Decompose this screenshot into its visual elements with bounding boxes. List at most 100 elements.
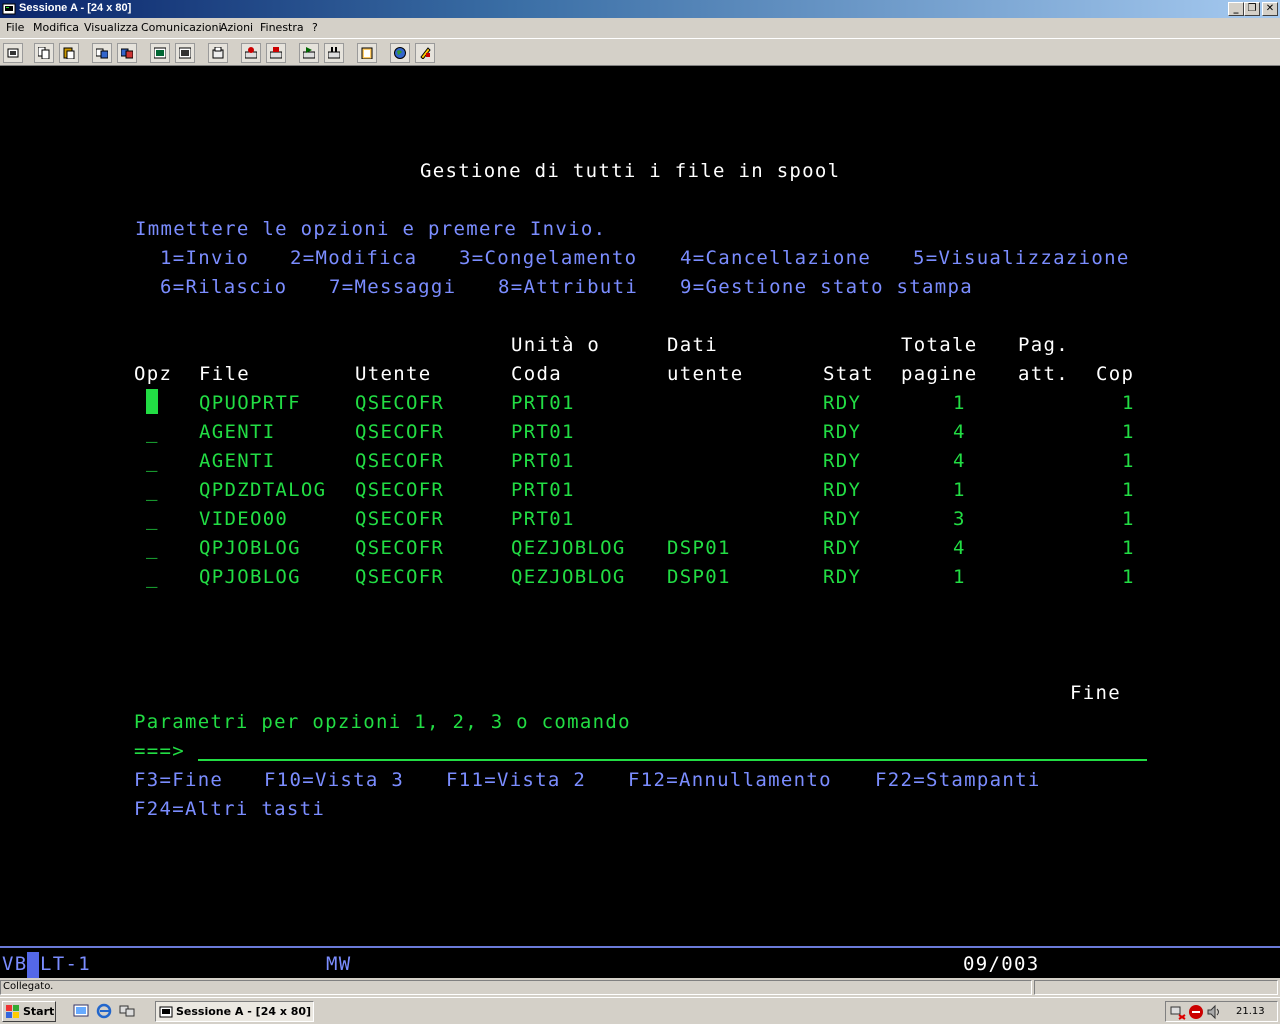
fkey-f3[interactable]: F3=Fine (134, 769, 223, 791)
windows-logo-icon (6, 1005, 19, 1018)
cell-status: RDY (823, 508, 862, 530)
operator-info-area: VB LT-1 MW 09/003 (0, 946, 1280, 978)
clock: 21.13 (1236, 1006, 1265, 1017)
header-unit-top: Unità o (511, 334, 601, 356)
clipboard-button[interactable] (357, 43, 377, 63)
status-main-cell: Collegato. (0, 980, 1032, 995)
clipboard-icon (361, 47, 373, 59)
cell-status: RDY (823, 450, 862, 472)
cell-pages: 1 (953, 479, 966, 501)
cell-queue: PRT01 (511, 450, 575, 472)
pause-button[interactable] (324, 43, 344, 63)
receive-button[interactable] (117, 43, 137, 63)
fkey-f22[interactable]: F22=Stampanti (875, 769, 1041, 791)
header-userdata: utente (667, 363, 744, 385)
globe-button[interactable] (390, 43, 410, 63)
header-queue: Coda (511, 363, 562, 385)
option-input[interactable]: _ (146, 508, 159, 530)
cell-queue: QEZJOBLOG (511, 537, 626, 559)
option-input[interactable]: _ (146, 479, 159, 501)
screen-title: Gestione di tutti i file in spool (420, 160, 841, 182)
cell-user: QSECOFR (355, 537, 445, 559)
keypad-icon (179, 47, 191, 59)
cell-file: AGENTI (199, 450, 276, 472)
antivirus-icon[interactable] (1188, 1004, 1204, 1020)
menu-file[interactable]: File (6, 21, 24, 34)
taskbar-task-label: Sessione A - [24 x 80] (176, 1005, 312, 1018)
menu-bar: File Modifica Visualizza Comunicazioni A… (0, 18, 1280, 38)
restore-icon: ❐ (1247, 3, 1257, 14)
internet-explorer-icon[interactable] (96, 1003, 112, 1019)
send-button[interactable] (92, 43, 112, 63)
header-total-top: Totale (901, 334, 978, 356)
option-input[interactable]: _ (146, 566, 159, 588)
taskbar-task-session[interactable]: Sessione A - [24 x 80] (155, 1001, 314, 1022)
menu-azioni[interactable]: Azioni (220, 21, 253, 34)
menu-visualizza[interactable]: Visualizza (84, 21, 138, 34)
copy-button[interactable] (34, 43, 54, 63)
cell-pages: 1 (953, 566, 966, 588)
option-3: 3=Congelamento (459, 247, 638, 269)
option-input[interactable]: _ (146, 421, 159, 443)
header-userdata-top: Dati (667, 334, 718, 356)
cell-pages: 3 (953, 508, 966, 530)
cell-status: RDY (823, 479, 862, 501)
minimize-button[interactable]: _ (1228, 2, 1244, 16)
cell-user: QSECOFR (355, 508, 445, 530)
cell-file: QPJOBLOG (199, 566, 301, 588)
menu-finestra[interactable]: Finestra (260, 21, 304, 34)
show-desktop-icon[interactable] (73, 1003, 89, 1019)
restore-button[interactable]: ❐ (1244, 2, 1260, 16)
oia-connection: VB (2, 953, 28, 975)
header-status: Stat (823, 363, 874, 385)
menu-help[interactable]: ? (312, 21, 318, 34)
record-button[interactable] (241, 43, 261, 63)
window-title-bar[interactable]: Sessione A - [24 x 80] _ ❐ ✕ (0, 0, 1280, 18)
option-input[interactable]: _ (146, 537, 159, 559)
print-screen-button[interactable] (3, 43, 23, 63)
fkey-f10[interactable]: F10=Vista 3 (264, 769, 404, 791)
close-button[interactable]: ✕ (1262, 2, 1278, 16)
terminal-app-icon[interactable] (2, 2, 16, 16)
list-end-indicator: Fine (1070, 682, 1121, 704)
keypad-button[interactable] (175, 43, 195, 63)
cell-queue: PRT01 (511, 508, 575, 530)
network-connection-icon[interactable] (1170, 1004, 1186, 1020)
stop-icon (270, 47, 282, 59)
start-button[interactable]: Start (2, 1001, 56, 1022)
volume-icon[interactable] (1206, 1004, 1222, 1020)
cell-copies: 1 (1122, 479, 1135, 501)
menu-comunicazioni[interactable]: Comunicazioni (141, 21, 222, 34)
option-input[interactable]: _ (146, 450, 159, 472)
display-button[interactable] (150, 43, 170, 63)
play-icon (303, 47, 315, 59)
cell-copies: 1 (1122, 450, 1135, 472)
window-title: Sessione A - [24 x 80] (19, 2, 132, 14)
minimize-icon: _ (1233, 3, 1239, 14)
fkey-f24[interactable]: F24=Altri tasti (134, 798, 325, 820)
play-button[interactable] (299, 43, 319, 63)
tools-button[interactable] (415, 43, 435, 63)
cell-pages: 1 (953, 392, 966, 414)
option-6: 6=Rilascio (160, 276, 288, 298)
command-input-underline[interactable] (198, 759, 1147, 761)
command-prompt: ===> (134, 740, 185, 762)
cell-userdata: DSP01 (667, 537, 731, 559)
cell-copies: 1 (1122, 566, 1135, 588)
menu-modifica[interactable]: Modifica (33, 21, 79, 34)
cell-queue: PRT01 (511, 479, 575, 501)
fkey-f11[interactable]: F11=Vista 2 (446, 769, 586, 791)
fkey-f12[interactable]: F12=Annullamento (628, 769, 832, 791)
input-cursor[interactable] (146, 389, 158, 414)
start-label: Start (23, 1005, 55, 1018)
cell-status: RDY (823, 421, 862, 443)
header-pages: pagine (901, 363, 978, 385)
option-7: 7=Messaggi (329, 276, 457, 298)
network-icon[interactable] (119, 1003, 135, 1019)
cell-file: VIDEO00 (199, 508, 289, 530)
paste-button[interactable] (59, 43, 79, 63)
option-5: 5=Visualizzazione (913, 247, 1130, 269)
macro-button[interactable] (208, 43, 228, 63)
stop-button[interactable] (266, 43, 286, 63)
oia-cursor-position: 09/003 (963, 953, 1040, 975)
